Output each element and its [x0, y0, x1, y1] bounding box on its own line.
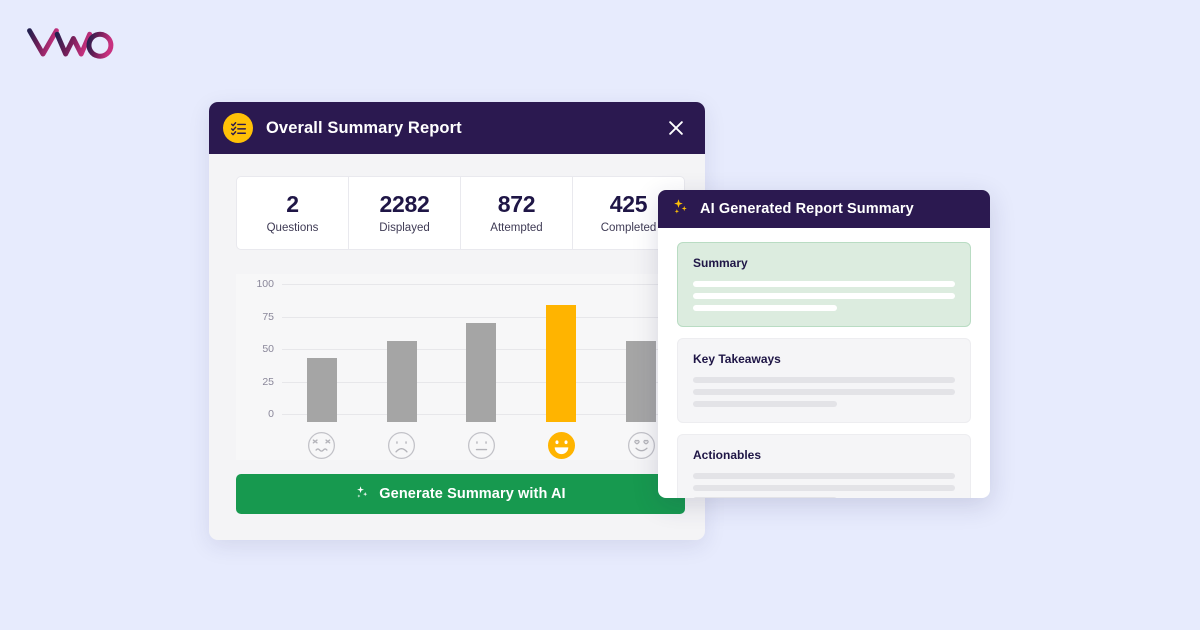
confounded-face-icon: [307, 431, 336, 460]
checklist-icon: [223, 113, 253, 143]
vwo-logo: [26, 22, 118, 62]
page-title: Overall Summary Report: [266, 118, 462, 137]
chart-y-tick-label: 75: [262, 310, 274, 323]
skeleton-line: [693, 401, 838, 407]
overall-summary-report-card: Overall Summary Report 2 Questions 2282 …: [209, 102, 705, 540]
chart-bar-column[interactable]: [521, 284, 601, 460]
stat-label: Displayed: [379, 222, 430, 235]
stat-label: Attempted: [490, 222, 543, 235]
stat-value: 2: [286, 190, 299, 217]
stat-value: 872: [497, 190, 536, 217]
chart-bar[interactable]: [546, 305, 577, 422]
frowning-face-icon: [387, 431, 416, 460]
chart-bar-column[interactable]: [442, 284, 522, 460]
ai-panel-title: AI Generated Report Summary: [700, 201, 914, 217]
ai-summary-card-title: Summary: [693, 256, 748, 270]
ai-panel-header: AI Generated Report Summary: [658, 190, 990, 228]
skeleton-line: [693, 377, 955, 383]
chart-y-tick-label: 0: [268, 408, 274, 420]
skeleton-line: [693, 293, 955, 299]
ai-summary-card: Actionables: [677, 434, 971, 498]
chart-y-tick-label: 100: [256, 278, 274, 290]
ai-summary-card-title: Actionables: [693, 448, 762, 462]
ai-summary-card-title: Key Takeaways: [693, 352, 781, 366]
chart-bar-column[interactable]: [362, 284, 442, 460]
stat-label: Questions: [266, 222, 319, 235]
heart-eyes-face-icon: [627, 431, 656, 460]
skeleton-line: [693, 485, 955, 491]
chart-bars: [282, 284, 681, 460]
chart-y-tick-label: 50: [262, 343, 274, 355]
stat-cell-questions: 2 Questions: [237, 177, 349, 249]
chart-bar-column[interactable]: [282, 284, 362, 460]
stat-cell-attempted: 872 Attempted: [461, 177, 573, 249]
skeleton-line: [693, 305, 838, 311]
neutral-face-icon: [467, 431, 496, 460]
chart-bar[interactable]: [466, 323, 497, 422]
chart-bar[interactable]: [626, 341, 657, 422]
ai-panel-body: Summary Key Takeaways Actionables: [658, 228, 990, 498]
chart-bar[interactable]: [306, 358, 337, 422]
stats-row: 2 Questions 2282 Displayed 872 Attempted…: [236, 176, 685, 250]
grinning-face-icon: [547, 431, 576, 460]
skeleton-line: [693, 281, 955, 287]
ai-summary-card: Key Takeaways: [677, 338, 971, 423]
skeleton-line: [693, 473, 955, 479]
stat-value: 2282: [379, 190, 430, 217]
skeleton-line: [693, 389, 955, 395]
ai-generated-report-summary-panel: AI Generated Report Summary Summary Key T…: [658, 190, 990, 498]
sparkle-icon: [672, 198, 690, 221]
chart-y-tick-label: 25: [262, 375, 274, 388]
stat-value: 425: [609, 190, 648, 217]
close-icon[interactable]: [665, 117, 687, 139]
generate-summary-button[interactable]: Generate Summary with AI: [236, 474, 685, 514]
stat-cell-displayed: 2282 Displayed: [349, 177, 461, 249]
stat-label: Completed: [600, 222, 657, 235]
generate-summary-label: Generate Summary with AI: [379, 486, 566, 502]
ai-summary-card: Summary: [677, 242, 971, 327]
rating-distribution-chart: 100 75 50 25 0: [236, 274, 685, 460]
skeleton-line: [693, 497, 838, 498]
sparkle-icon: [355, 485, 370, 503]
chart-bar[interactable]: [386, 341, 417, 422]
report-card-header: Overall Summary Report: [209, 102, 705, 154]
